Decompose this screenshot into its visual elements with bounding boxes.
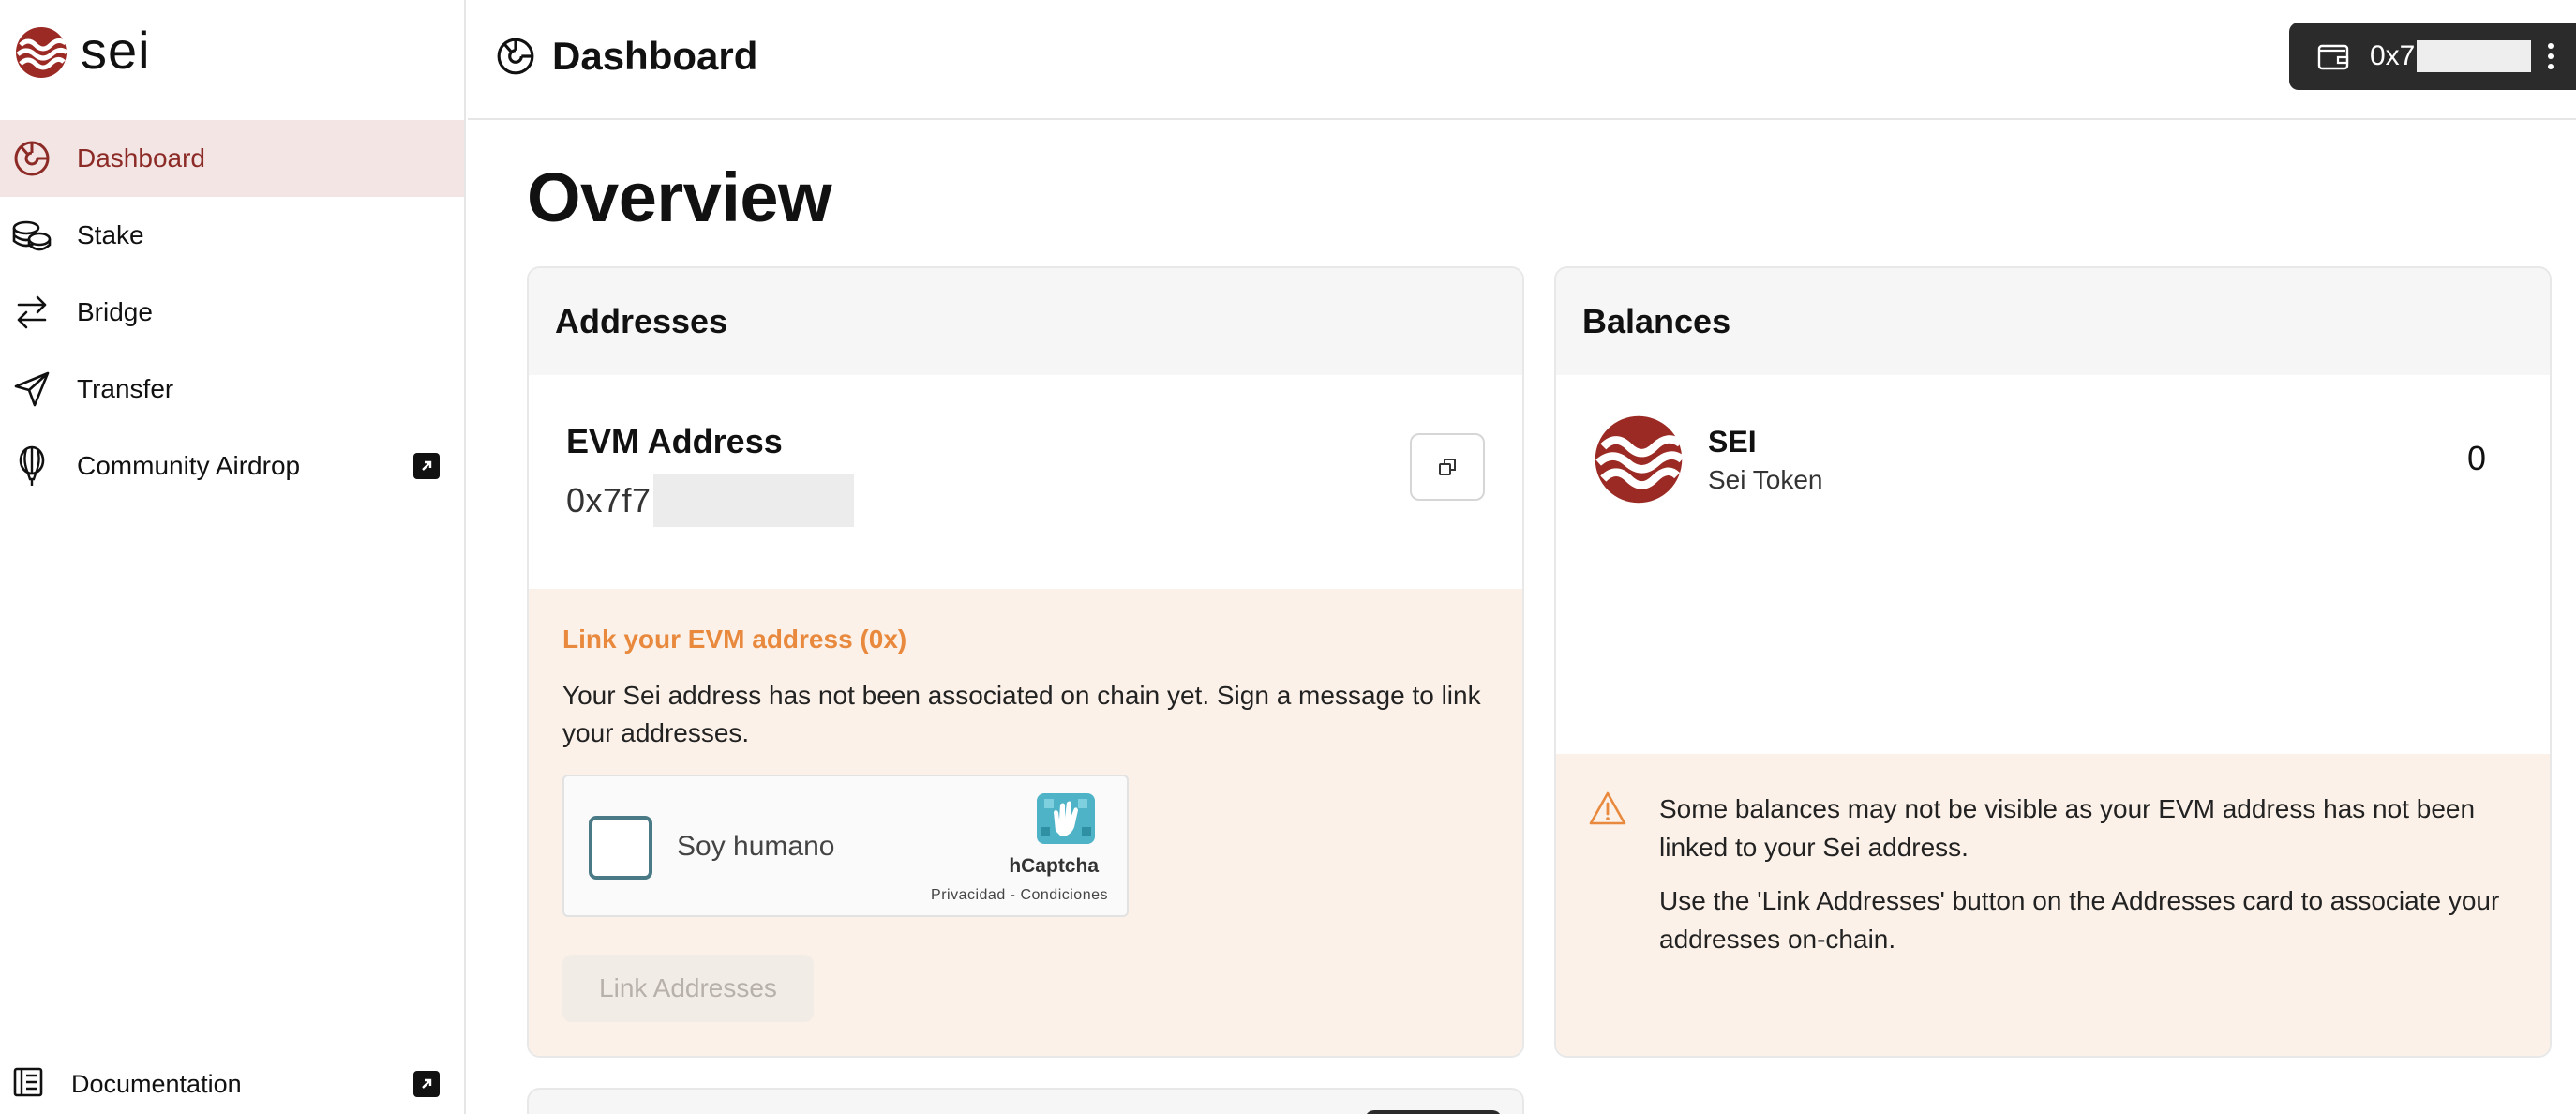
balance-warning-panel: Some balances may not be visible as your… [1556, 754, 2550, 1056]
captcha-label: Soy humano [677, 831, 835, 862]
link-evm-title: Link your EVM address (0x) [562, 625, 907, 654]
next-card-button-partial[interactable] [1365, 1110, 1502, 1114]
sidebar-item-transfer[interactable]: Transfer [0, 351, 464, 428]
captcha-checkbox[interactable] [589, 816, 652, 880]
warning-instruction: Use the 'Link Addresses' button on the A… [1659, 886, 2500, 954]
evm-address-label: EVM Address [566, 422, 783, 460]
captcha-privacy-terms-link[interactable]: Privacidad - Condiciones [931, 887, 1108, 904]
next-card-partial [527, 1088, 1524, 1114]
wallet-button[interactable]: 0x7 [2289, 23, 2576, 90]
external-link-icon [413, 1071, 440, 1097]
page-title: Dashboard [552, 34, 758, 78]
page-title-group: Dashboard [496, 28, 757, 84]
dashboard-icon [11, 138, 52, 179]
send-icon [11, 369, 52, 410]
captcha-brand: hCaptcha [1009, 855, 1099, 877]
dashboard-icon [497, 38, 534, 75]
token-symbol: SEI [1708, 424, 1757, 459]
link-evm-panel: Link your EVM address (0x) Your Sei addr… [529, 589, 1522, 1056]
sidebar-item-documentation[interactable]: Documentation [0, 1054, 464, 1114]
sidebar-item-label: Bridge [77, 297, 153, 326]
wallet-address-redacted [2417, 40, 2532, 72]
more-vertical-icon[interactable] [2548, 43, 2554, 69]
sidebar-item-community-airdrop[interactable]: Community Airdrop [0, 428, 464, 504]
balances-card: Balances SEI Sei Token 0 Some balances m… [1554, 266, 2552, 1058]
coins-icon [11, 215, 52, 256]
evm-address-block: EVM Address 0x7f7 [566, 422, 854, 527]
hcaptcha-widget: Soy humano hCaptcha Privacidad - Condici… [562, 775, 1129, 917]
balances-card-title: Balances [1556, 268, 2550, 375]
addresses-card-title: Addresses [529, 268, 1522, 375]
sidebar-item-label: Dashboard [77, 143, 205, 173]
sei-logo-icon [16, 27, 67, 78]
warning-icon [1589, 791, 1626, 825]
sidebar-item-label: Stake [77, 220, 144, 249]
document-icon [11, 1065, 45, 1104]
sidebar-item-label: Community Airdrop [77, 451, 301, 480]
token-name: Sei Token [1708, 464, 1823, 494]
logo-text: sei [81, 20, 151, 80]
sidebar-item-label: Documentation [71, 1069, 242, 1098]
arrows-swap-icon [11, 292, 52, 333]
top-bar: Dashboard 0x7 [468, 0, 2576, 120]
sidebar-item-stake[interactable]: Stake [0, 197, 464, 274]
sei-logo[interactable]: sei [15, 20, 151, 83]
sidebar-item-dashboard[interactable]: Dashboard [0, 120, 464, 197]
balloon-icon [11, 445, 52, 487]
evm-address-redacted [652, 474, 854, 527]
copy-icon [1439, 459, 1456, 475]
wallet-icon [2317, 44, 2349, 70]
sidebar: sei Dashboard Stake Bridge Transfer Comm… [0, 0, 466, 1114]
sidebar-item-bridge[interactable]: Bridge [0, 274, 464, 351]
external-link-icon [413, 453, 440, 479]
sidebar-item-label: Transfer [77, 374, 174, 403]
evm-address-value: 0x7f7 [566, 481, 651, 519]
addresses-card: Addresses EVM Address 0x7f7 Link your EV… [527, 266, 1524, 1058]
sidebar-nav: Dashboard Stake Bridge Transfer Communit… [0, 120, 464, 504]
copy-address-button[interactable] [1410, 433, 1485, 501]
token-row: SEI Sei Token 0 [1594, 413, 2512, 506]
token-balance: 0 [2466, 439, 2486, 477]
warning-message: Some balances may not be visible as your… [1659, 794, 2476, 862]
hcaptcha-logo-icon [1037, 793, 1095, 844]
sei-token-icon [1595, 415, 1684, 504]
overview-heading: Overview [527, 158, 832, 236]
link-evm-description: Your Sei address has not been associated… [562, 681, 1481, 747]
wallet-address: 0x7 [2370, 40, 2416, 71]
link-addresses-button[interactable]: Link Addresses [562, 955, 814, 1022]
